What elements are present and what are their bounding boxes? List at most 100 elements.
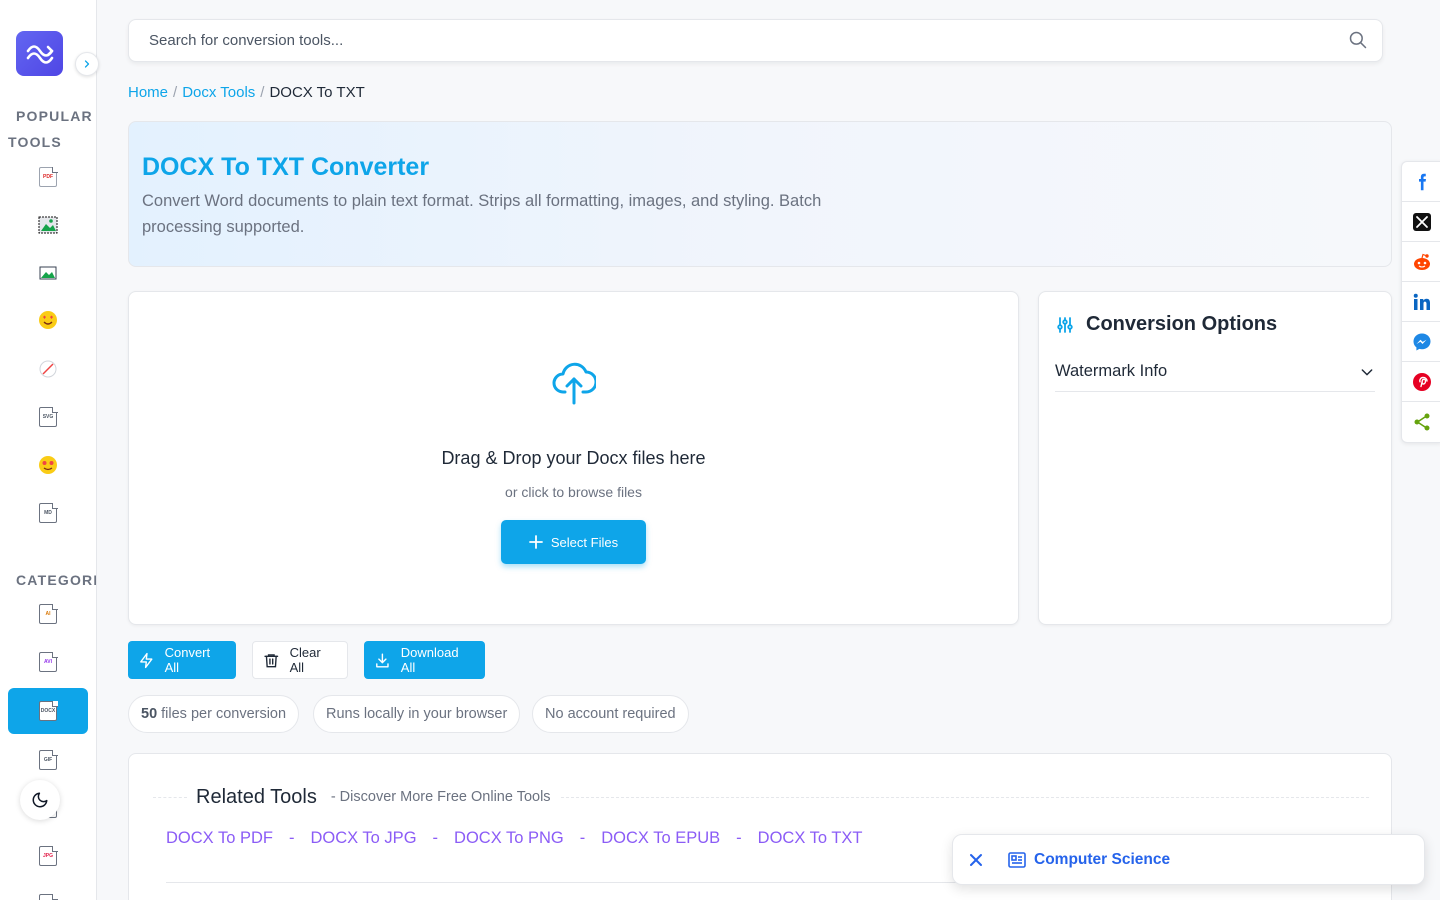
download-icon (376, 653, 389, 667)
link-separator: - (288, 829, 295, 847)
file-icon (39, 893, 58, 900)
related-link-docx-to-epub[interactable]: DOCX To EPUB (601, 829, 720, 848)
breadcrumb-docx-tools-link[interactable]: Docx Tools (182, 84, 255, 101)
search-icon[interactable] (1348, 30, 1368, 50)
share-pinterest-button[interactable] (1402, 362, 1440, 402)
sidebar-item-slash[interactable] (8, 346, 88, 392)
linkedin-icon (1413, 293, 1430, 310)
sidebar-item-heart-eyes[interactable] (8, 297, 88, 343)
share-x-button[interactable] (1402, 202, 1440, 242)
search-bar (128, 19, 1383, 62)
share-facebook-button[interactable] (1402, 162, 1440, 202)
pdf-file-icon: PDF (39, 166, 58, 187)
related-link-docx-to-png[interactable]: DOCX To PNG (454, 829, 564, 848)
logo-icon[interactable] (16, 31, 63, 76)
cloud-upload-icon (552, 362, 596, 405)
link-separator: - (736, 829, 742, 847)
download-all-button[interactable]: Download All (364, 641, 485, 679)
sidebar-item-more[interactable] (8, 881, 88, 900)
svg-file-icon: SVG (39, 406, 58, 427)
dropzone-subtitle: or click to browse files (505, 484, 642, 500)
newspaper-icon (1008, 851, 1026, 868)
sidebar-item-pdf[interactable]: PDF (8, 154, 88, 200)
sidebar-item-md[interactable]: MD (8, 490, 88, 536)
share-reddit-button[interactable] (1402, 242, 1440, 282)
image-icon (39, 266, 57, 280)
lightning-icon (140, 652, 153, 668)
sidebar-item-jpg[interactable]: JPG (8, 833, 88, 879)
toast-close-button[interactable] (967, 851, 985, 869)
sidebar-item-ai[interactable]: AI (8, 591, 88, 637)
popular-tools-heading: POPULAR TOOLS (8, 108, 93, 150)
divider (560, 796, 1369, 798)
share-more-button[interactable] (1402, 402, 1440, 442)
related-tools-subtitle: - Discover More Free Online Tools (330, 789, 551, 805)
moon-icon (32, 792, 48, 808)
related-tools-links: DOCX To PDF - DOCX To JPG - DOCX To PNG … (166, 829, 863, 848)
dropzone-title: Drag & Drop your Docx files here (441, 448, 706, 468)
heart-eyes-emoji-icon (39, 311, 57, 329)
breadcrumb-home-link[interactable]: Home (128, 84, 168, 101)
clear-all-button[interactable]: Clear All (252, 641, 348, 679)
files-limit-badge: 50 files per conversion (128, 695, 300, 733)
convert-all-label: Convert All (164, 645, 211, 675)
jpg-file-icon: JPG (39, 845, 58, 866)
image-frame-icon (38, 216, 58, 234)
conversion-options-panel: Conversion Options Watermark Info (1038, 291, 1392, 625)
watermark-info-accordion[interactable]: Watermark Info (1055, 352, 1375, 392)
sidebar-item-gif[interactable]: GIF (8, 737, 88, 783)
breadcrumb-separator: / (173, 84, 178, 101)
breadcrumb: Home / Docx Tools / DOCX To TXT (128, 83, 365, 103)
options-header: Conversion Options (1056, 313, 1277, 336)
gif-file-icon: GIF (39, 749, 58, 770)
divider (153, 796, 187, 798)
share-icon (1414, 413, 1430, 431)
files-limit-text: files per conversion (161, 706, 287, 722)
trash-icon (264, 653, 279, 667)
related-tools-header: Related Tools - Discover More Free Onlin… (153, 785, 1369, 809)
breadcrumb-current: DOCX To TXT (269, 84, 365, 101)
share-messenger-button[interactable] (1402, 322, 1440, 362)
slash-circle-icon (39, 360, 57, 378)
related-link-docx-to-pdf[interactable]: DOCX To PDF (166, 829, 273, 848)
link-separator: - (579, 829, 586, 847)
x-icon (1413, 212, 1431, 231)
sidebar-item-star-eyes[interactable] (8, 442, 88, 488)
sidebar-item-image-frame[interactable] (8, 202, 88, 248)
category-toast: Computer Science (952, 834, 1425, 885)
related-tools-title: Related Tools (196, 785, 317, 808)
runs-locally-badge: Runs locally in your browser (313, 695, 521, 733)
plus-icon (528, 535, 543, 549)
file-dropzone[interactable]: Drag & Drop your Docx files here or clic… (128, 291, 1019, 625)
sidebar-item-svg[interactable]: SVG (8, 394, 88, 440)
sidebar-item-avi[interactable]: AVI (8, 639, 88, 685)
select-files-button[interactable]: Select Files (501, 520, 646, 564)
sidebar-item-docx[interactable]: DOCX (8, 688, 88, 734)
watermark-info-label: Watermark Info (1055, 362, 1168, 380)
dark-mode-toggle[interactable] (20, 780, 60, 820)
close-icon (970, 853, 982, 866)
hero-banner: DOCX To TXT Converter Convert Word docum… (128, 121, 1392, 267)
breadcrumb-separator: / (260, 84, 265, 101)
ai-file-icon: AI (39, 603, 58, 624)
sidebar: POPULAR TOOLS PDF SVG MD CATEGORIES AI A… (0, 0, 97, 900)
no-account-badge: No account required (532, 695, 689, 733)
page-description: Convert Word documents to plain text for… (142, 192, 822, 236)
search-input[interactable] (149, 20, 1329, 61)
convert-all-button[interactable]: Convert All (128, 641, 236, 679)
related-link-docx-to-jpg[interactable]: DOCX To JPG (310, 829, 416, 848)
toast-text[interactable]: Computer Science (1034, 851, 1170, 869)
chevron-down-icon (1361, 368, 1373, 375)
sidebar-collapse-button[interactable] (75, 52, 99, 76)
related-link-docx-to-txt[interactable]: DOCX To TXT (758, 829, 863, 848)
share-linkedin-button[interactable] (1402, 282, 1440, 322)
pinterest-icon (1413, 372, 1431, 391)
select-files-label: Select Files (550, 534, 619, 550)
clear-all-label: Clear All (289, 645, 321, 675)
docx-file-icon: DOCX (39, 700, 58, 721)
sidebar-item-image[interactable] (8, 250, 88, 296)
sliders-icon (1057, 316, 1073, 333)
md-file-icon: MD (39, 502, 58, 523)
share-bar (1401, 161, 1440, 443)
avi-file-icon: AVI (39, 651, 58, 672)
